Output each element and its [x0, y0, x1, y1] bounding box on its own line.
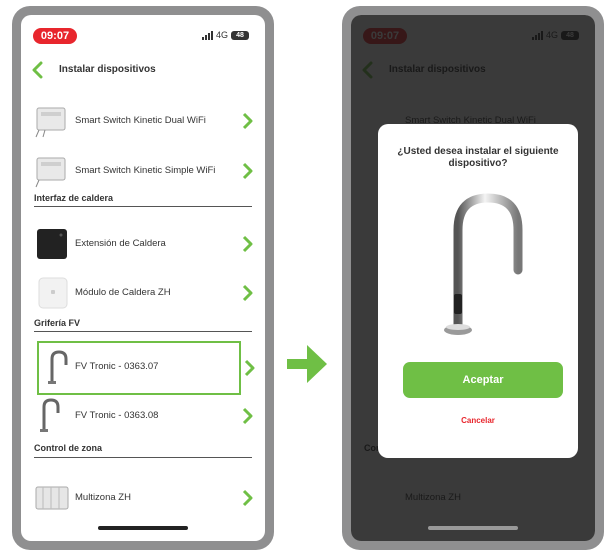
home-indicator — [98, 526, 188, 530]
chevron-right-icon — [242, 407, 253, 425]
dialog-title: ¿Usted desea instalar el siguiente dispo… — [397, 146, 559, 169]
section-title-zone-control: Control de zona — [34, 443, 102, 453]
section-divider — [34, 457, 252, 458]
device-item-smart-switch-dual[interactable]: Smart Switch Kinetic Dual WiFi — [31, 98, 255, 146]
home-indicator — [428, 526, 518, 530]
signal-icon — [201, 30, 213, 40]
page-title: Instalar dispositivos — [59, 64, 156, 75]
faucet-icon — [444, 193, 523, 335]
section-divider — [34, 206, 252, 207]
chevron-right-icon — [242, 162, 253, 180]
page-header: Instalar dispositivos — [21, 61, 265, 81]
switch-device-icon — [35, 107, 66, 138]
device-item-label: FV Tronic - 0363.07 — [75, 361, 159, 372]
section-title-faucets: Grifería FV — [34, 318, 81, 328]
device-item-boiler-extension[interactable]: Extensión de Caldera — [31, 221, 255, 269]
section-divider — [34, 331, 252, 332]
device-item-multizona[interactable]: Multizona ZH — [31, 475, 255, 523]
switch-device-icon — [35, 157, 66, 188]
faucet-icon — [40, 398, 60, 432]
boiler-module-icon — [38, 277, 68, 309]
accept-button[interactable]: Aceptar — [403, 362, 563, 398]
phone-frame-left: 09:07 4G 48 Instalar dispositivos Smart … — [12, 6, 274, 550]
boiler-extension-icon — [37, 229, 67, 259]
chevron-right-icon — [242, 489, 253, 507]
battery-icon: 48 — [231, 30, 249, 40]
device-item-label: Extensión de Caldera — [75, 238, 166, 249]
device-item-smart-switch-simple[interactable]: Smart Switch Kinetic Simple WiFi — [31, 148, 255, 196]
device-list-screen: 09:07 4G 48 Instalar dispositivos Smart … — [21, 15, 265, 541]
status-time: 09:07 — [33, 28, 77, 44]
device-item-label: Multizona ZH — [75, 492, 131, 503]
install-confirm-dialog: ¿Usted desea instalar el siguiente dispo… — [378, 124, 578, 458]
device-item-boiler-module[interactable]: Módulo de Caldera ZH — [31, 270, 255, 318]
section-title-boiler: Interfaz de caldera — [34, 193, 114, 203]
cancel-button[interactable]: Cancelar — [378, 416, 578, 425]
device-item-label: FV Tronic - 0363.08 — [75, 410, 159, 421]
install-dialog-screen: 09:07 4G 48 Instalar dispositivos Smart … — [351, 15, 595, 541]
network-type: 4G — [215, 30, 228, 40]
phone-frame-right: 09:07 4G 48 Instalar dispositivos Smart … — [342, 6, 604, 550]
device-item-fv-tronic-036308[interactable]: FV Tronic - 0363.08 — [31, 393, 255, 441]
device-item-label: Smart Switch Kinetic Dual WiFi — [75, 115, 206, 126]
device-item-label: Módulo de Caldera ZH — [75, 287, 171, 298]
chevron-right-icon — [244, 359, 255, 377]
chevron-right-icon — [242, 235, 253, 253]
device-item-fv-tronic-036307[interactable]: FV Tronic - 0363.07 — [37, 341, 241, 395]
back-arrow-icon[interactable] — [31, 61, 45, 79]
multizone-icon — [35, 486, 69, 510]
device-item-label: Smart Switch Kinetic Simple WiFi — [75, 165, 216, 176]
faucet-icon — [48, 350, 68, 384]
chevron-right-icon — [242, 112, 253, 130]
status-bar: 09:07 4G 48 — [21, 28, 265, 46]
arrow-right-icon — [287, 345, 327, 383]
status-indicators: 4G 48 — [201, 30, 249, 40]
chevron-right-icon — [242, 284, 253, 302]
